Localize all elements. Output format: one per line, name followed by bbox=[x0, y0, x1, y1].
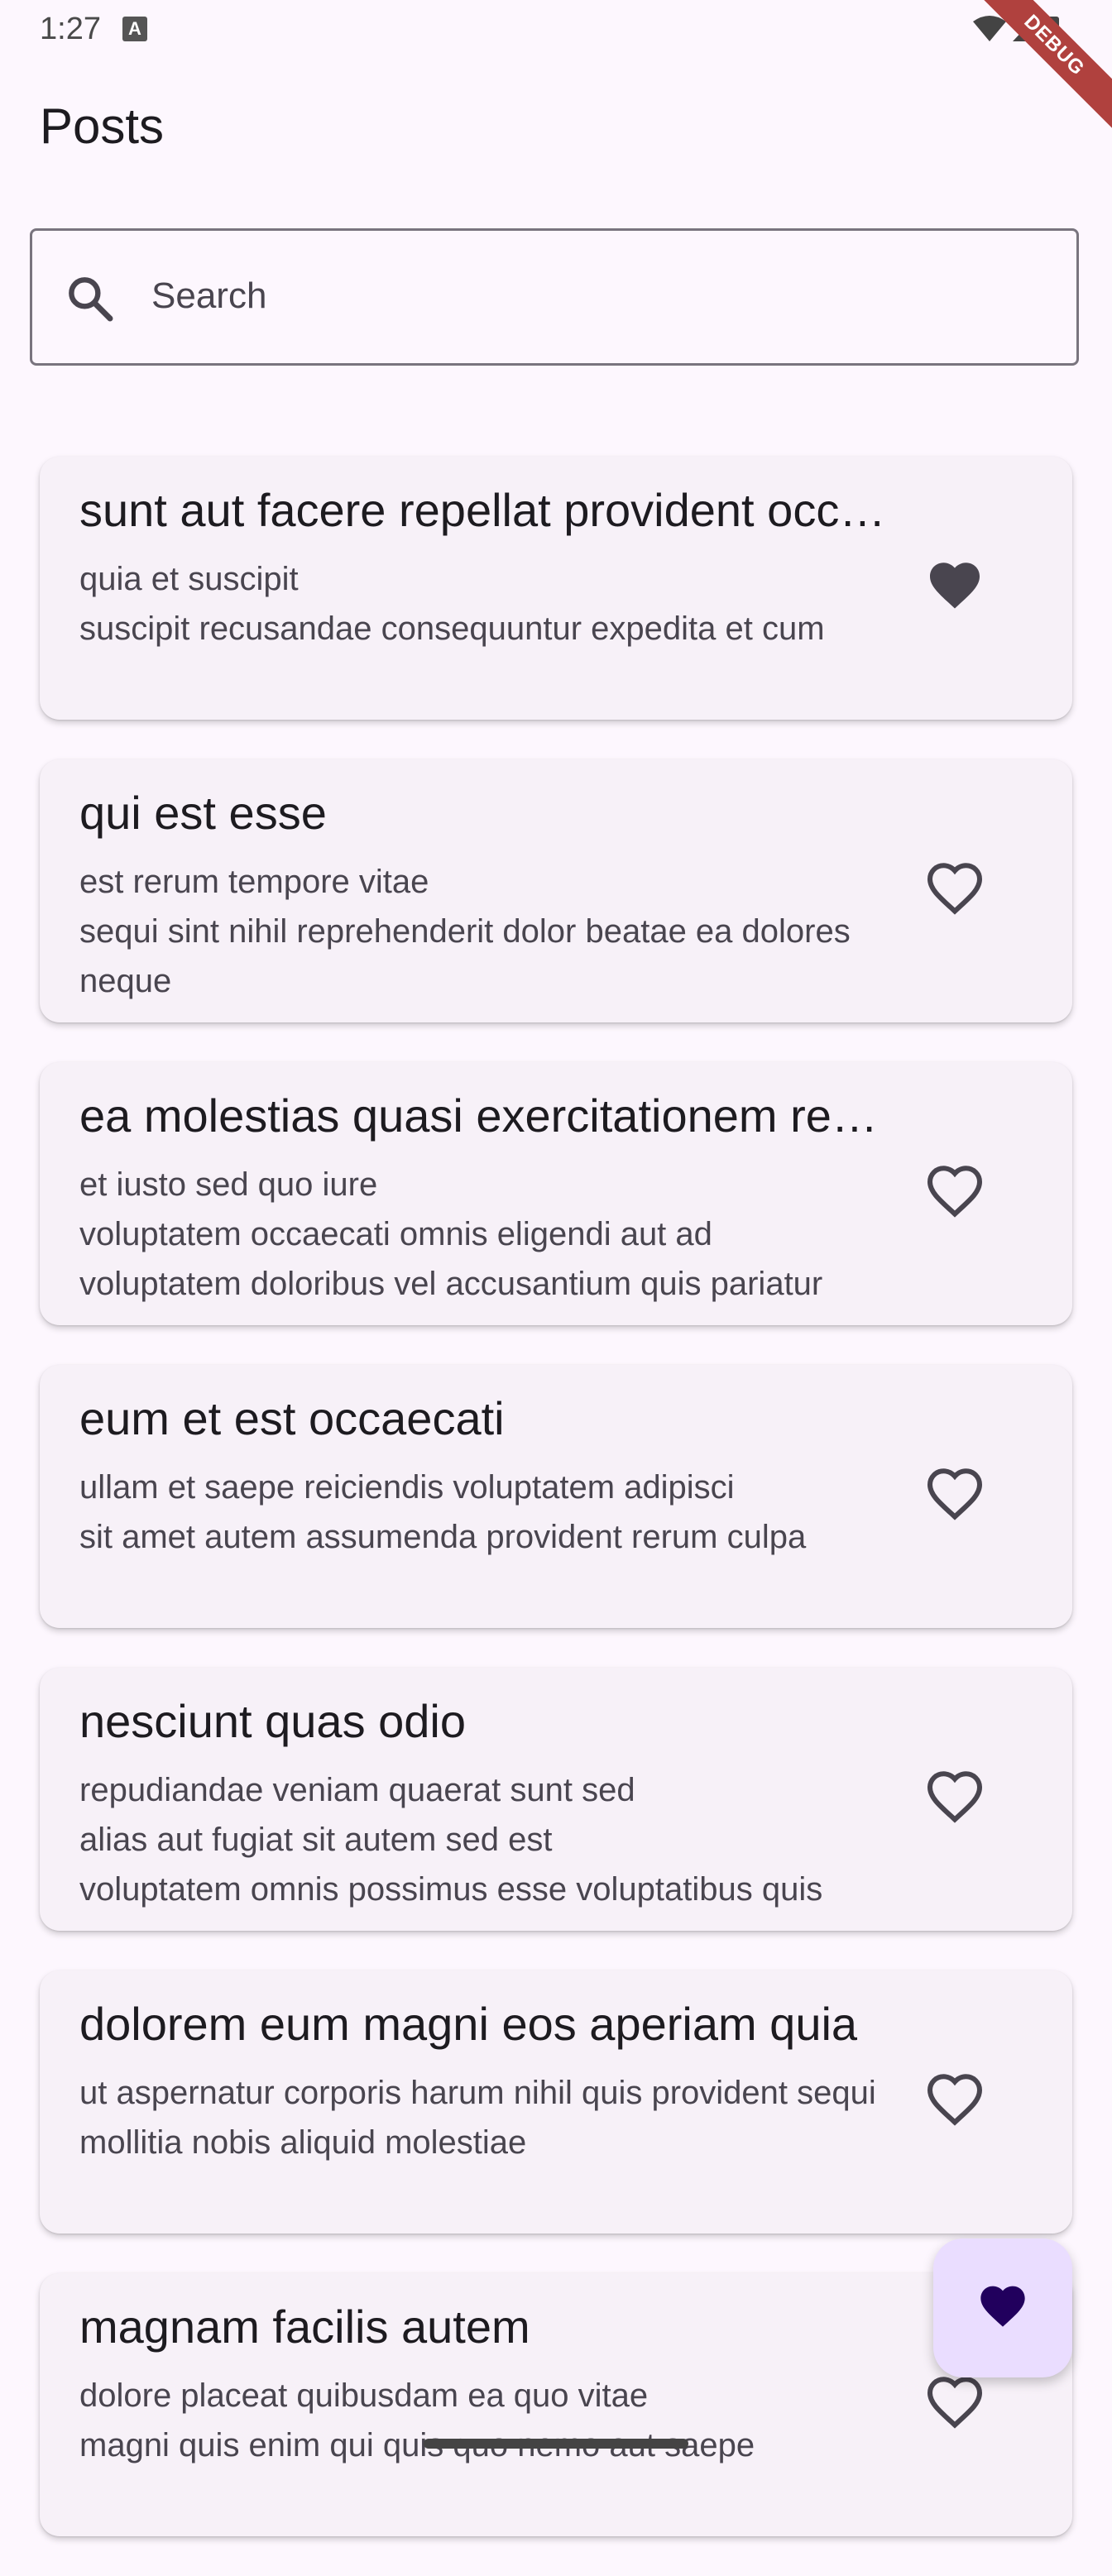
post-title: dolorem eum magni eos aperiam quia bbox=[79, 1998, 858, 2050]
wifi-icon bbox=[973, 16, 1006, 41]
post-title: qui est esse bbox=[79, 787, 327, 839]
post-title: nesciunt quas odio bbox=[79, 1695, 467, 1747]
post-card[interactable]: magnam facilis autem dolore placeat quib… bbox=[40, 2273, 1072, 2536]
post-card[interactable]: sunt aut facere repellat provident occae… bbox=[40, 457, 1072, 720]
heart-icon bbox=[930, 563, 980, 609]
search-icon bbox=[69, 277, 113, 322]
post-body: ullam et saepe reiciendis voluptatem adi… bbox=[79, 1469, 807, 1555]
post-card[interactable]: nesciunt quas odio repudiandae veniam qu… bbox=[40, 1668, 1072, 1931]
heart-outline-icon bbox=[927, 2377, 983, 2429]
heart-outline-icon bbox=[927, 1166, 983, 1218]
heart-outline-icon bbox=[927, 2074, 983, 2126]
search-placeholder: Search bbox=[151, 275, 267, 316]
favorite-button[interactable] bbox=[917, 549, 993, 625]
favorite-button[interactable] bbox=[917, 1458, 993, 1534]
post-title: magnam facilis autem bbox=[79, 2301, 530, 2353]
post-card[interactable]: dolorem eum magni eos aperiam quia ut as… bbox=[40, 1970, 1072, 2234]
heart-outline-icon bbox=[927, 1468, 983, 1520]
post-title: sunt aut facere repellat provident occae… bbox=[79, 484, 890, 536]
notification-icon: A bbox=[122, 17, 147, 41]
post-card[interactable]: qui est esse est rerum tempore vitae seq… bbox=[40, 759, 1072, 1022]
gesture-bar[interactable] bbox=[424, 2439, 688, 2449]
favorites-fab-button[interactable] bbox=[933, 2238, 1072, 2377]
post-body: repudiandae veniam quaerat sunt sed alia… bbox=[79, 1772, 823, 1908]
heart-outline-icon bbox=[927, 863, 983, 915]
heart-icon bbox=[980, 2286, 1025, 2327]
favorite-button[interactable] bbox=[917, 2063, 993, 2139]
favorite-button[interactable] bbox=[917, 1155, 993, 1231]
post-body: et iusto sed quo iure voluptatem occaeca… bbox=[79, 1166, 823, 1302]
post-title: eum et est occaecati bbox=[79, 1392, 505, 1444]
post-body: est rerum tempore vitae sequi sint nihil… bbox=[79, 864, 851, 999]
status-time: 1:27 bbox=[40, 12, 101, 46]
post-card[interactable]: ea molestias quasi exercitationem repell… bbox=[40, 1062, 1072, 1325]
status-bar: 1:27 A bbox=[0, 0, 1112, 60]
favorite-button[interactable] bbox=[917, 1760, 993, 1836]
post-title: ea molestias quasi exercitationem repell… bbox=[79, 1089, 890, 1142]
page-title: Posts bbox=[40, 98, 165, 154]
search-input[interactable]: Search bbox=[30, 228, 1079, 366]
post-card[interactable]: eum et est occaecati ullam et saepe reic… bbox=[40, 1365, 1072, 1628]
favorite-button[interactable] bbox=[917, 852, 993, 928]
heart-outline-icon bbox=[927, 1771, 983, 1823]
post-body: ut aspernatur corporis harum nihil quis … bbox=[79, 2075, 876, 2161]
post-body: quia et suscipit suscipit recusandae con… bbox=[79, 561, 825, 647]
post-list: sunt aut facere repellat provident occae… bbox=[40, 457, 1072, 2576]
